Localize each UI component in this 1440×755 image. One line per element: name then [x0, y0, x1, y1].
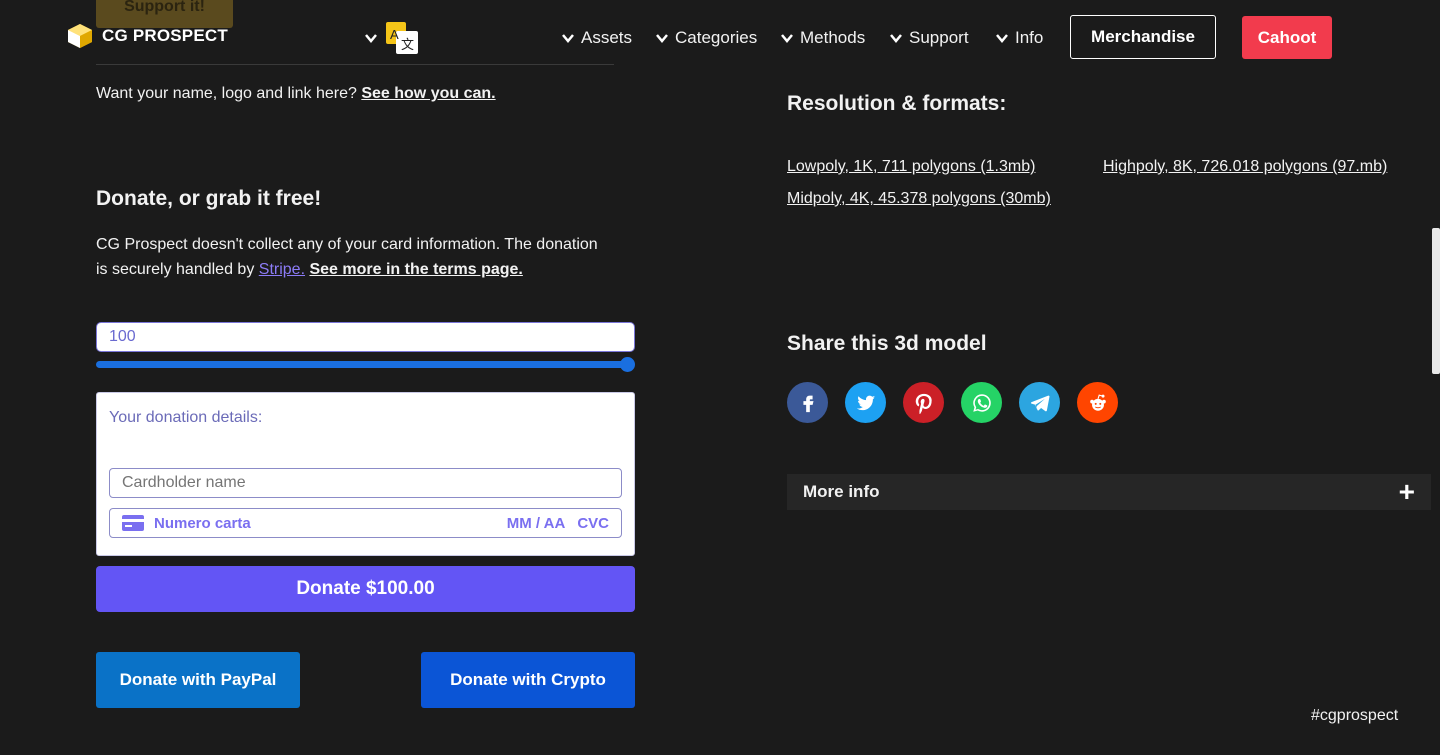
stripe-link[interactable]: Stripe. — [259, 261, 305, 278]
donate-button[interactable]: Donate $100.00 — [96, 566, 635, 612]
lowpoly-download-link[interactable]: Lowpoly, 1K, 711 polygons (1.3mb) — [787, 158, 1035, 176]
nav-methods[interactable]: Methods — [780, 28, 865, 48]
donate-heading: Donate, or grab it free! — [96, 187, 322, 210]
site-logo[interactable]: CG PROSPECT — [66, 22, 228, 50]
share-telegram-button[interactable] — [1019, 382, 1060, 423]
slider-handle[interactable] — [620, 357, 635, 372]
credit-card-icon — [122, 515, 144, 531]
reddit-icon — [1089, 394, 1106, 411]
plus-icon: + — [1398, 476, 1415, 507]
nav-label: Support — [909, 28, 969, 47]
expiry-placeholder: MM / AA — [506, 514, 566, 532]
cube-logo-icon — [68, 24, 92, 48]
chevron-down-icon — [781, 34, 793, 43]
share-heading: Share this 3d model — [787, 332, 987, 355]
nav-categories[interactable]: Categories — [655, 28, 757, 48]
donate-description: CG Prospect doesn't collect any of your … — [96, 233, 606, 282]
chevron-down-icon — [562, 34, 574, 43]
sponsor-text: Want your name, logo and link here? See … — [96, 85, 496, 103]
sponsor-question: Want your name, logo and link here? — [96, 85, 357, 102]
nav-label: Info — [1015, 28, 1044, 47]
share-twitter-button[interactable] — [845, 382, 886, 423]
twitter-icon — [856, 395, 875, 410]
donate-paypal-button[interactable]: Donate with PayPal — [96, 652, 300, 708]
chevron-down-icon — [890, 34, 902, 43]
nav-support[interactable]: Support — [889, 28, 969, 48]
telegram-icon — [1030, 395, 1049, 411]
card-number-field[interactable]: Numero carta MM / AA CVC — [109, 508, 622, 538]
donate-crypto-button[interactable]: Donate with Crypto — [421, 652, 635, 708]
highpoly-download-link[interactable]: Highpoly, 8K, 726.018 polygons (97.mb) — [1103, 158, 1387, 176]
logo-text: CG PROSPECT — [102, 26, 228, 45]
pinterest-icon — [915, 393, 932, 414]
chevron-down-icon — [996, 34, 1008, 43]
chevron-down-icon — [365, 34, 377, 43]
cahoot-button[interactable]: Cahoot — [1242, 16, 1332, 59]
merchandise-button[interactable]: Merchandise — [1070, 15, 1216, 59]
terms-link[interactable]: See more in the terms page. — [309, 261, 522, 278]
nav-label: Methods — [800, 28, 866, 47]
card-number-placeholder: Numero carta — [154, 514, 251, 532]
donation-details-form: Your donation details: Numero carta MM /… — [96, 392, 635, 556]
translate-icon: A 文 — [386, 22, 418, 54]
cardholder-name-input[interactable] — [109, 468, 622, 498]
share-facebook-button[interactable] — [787, 382, 828, 423]
svg-text:文: 文 — [401, 38, 414, 53]
midpoly-download-link[interactable]: Midpoly, 4K, 45.378 polygons (30mb) — [787, 190, 1051, 208]
share-pinterest-button[interactable] — [903, 382, 944, 423]
hashtag-text: #cgprospect — [1311, 707, 1399, 724]
language-selector[interactable]: A 文 — [364, 20, 420, 56]
share-reddit-button[interactable] — [1077, 382, 1118, 423]
facebook-icon — [802, 395, 813, 412]
nav-label: Categories — [675, 28, 758, 47]
nav-label: Assets — [581, 28, 633, 47]
more-info-accordion[interactable]: More info + — [787, 474, 1431, 510]
chevron-down-icon — [656, 34, 668, 43]
more-info-label: More info — [803, 482, 880, 501]
sponsor-link[interactable]: See how you can. — [361, 85, 495, 102]
nav-info[interactable]: Info — [995, 28, 1043, 48]
nav-assets[interactable]: Assets — [561, 28, 632, 48]
whatsapp-icon — [972, 393, 991, 412]
svg-text:A: A — [390, 27, 399, 42]
share-whatsapp-button[interactable] — [961, 382, 1002, 423]
divider — [96, 64, 614, 65]
donation-amount-input[interactable] — [96, 322, 635, 352]
donation-amount-slider[interactable] — [96, 361, 628, 368]
donation-details-label: Your donation details: — [109, 409, 263, 426]
scrollbar-thumb[interactable] — [1432, 228, 1440, 374]
resolution-heading: Resolution & formats: — [787, 92, 1007, 115]
cvc-placeholder: CVC — [577, 514, 609, 532]
